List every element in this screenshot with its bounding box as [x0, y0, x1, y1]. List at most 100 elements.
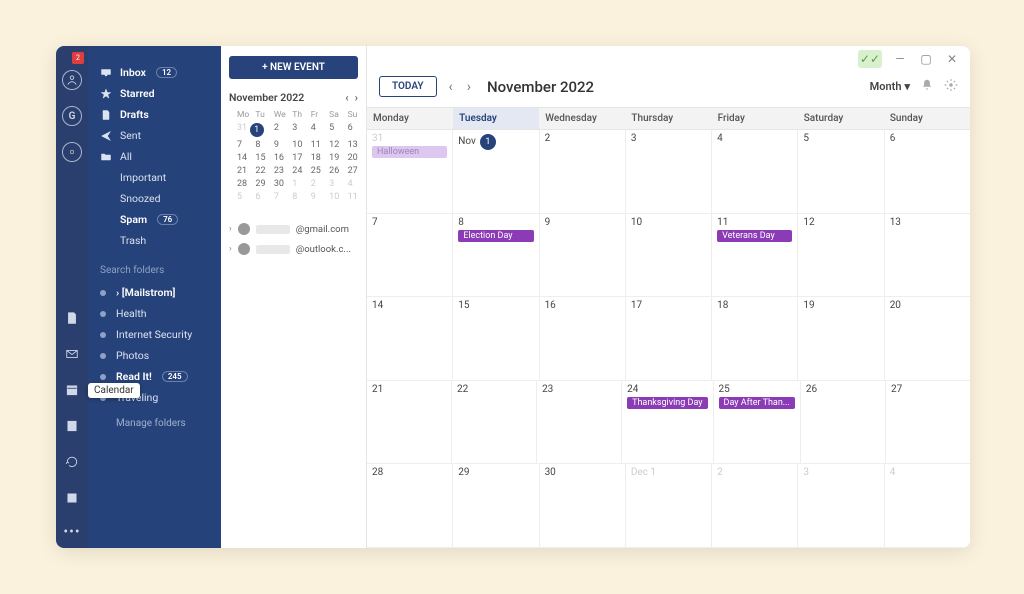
gear-icon[interactable] [944, 78, 958, 95]
sidebar-item-spam[interactable]: Spam76 [88, 209, 221, 230]
mini-day-cell[interactable]: 3 [329, 179, 331, 189]
mini-day-cell[interactable]: 21 [237, 166, 239, 176]
day-cell[interactable]: 10 [626, 214, 712, 297]
mini-day-cell[interactable]: 10 [292, 140, 294, 150]
new-event-button[interactable]: + NEW EVENT [229, 56, 358, 79]
day-cell[interactable]: 29 [453, 464, 539, 547]
mini-cal-prev[interactable]: ‹ [345, 91, 348, 104]
day-cell[interactable]: 17 [626, 297, 712, 380]
bell-icon[interactable] [920, 78, 934, 95]
day-cell[interactable]: 23 [537, 381, 622, 464]
sidebar-item-snoozed[interactable]: Snoozed [88, 188, 221, 209]
mini-day-cell[interactable]: 15 [255, 153, 257, 163]
day-cell[interactable]: 8Election Day [453, 214, 539, 297]
manage-folders-link[interactable]: Manage folders [88, 408, 221, 433]
calendar-event[interactable]: Election Day [458, 230, 533, 242]
mini-day-cell[interactable]: 9 [274, 140, 276, 150]
day-cell[interactable]: 16 [540, 297, 626, 380]
account-row[interactable]: ›@outlook.c... [229, 243, 358, 255]
mini-day-cell[interactable]: 7 [237, 140, 239, 150]
day-cell[interactable]: 2 [540, 130, 626, 213]
mini-day-cell[interactable]: 6 [348, 123, 350, 137]
close-button[interactable]: ✕ [944, 51, 960, 67]
day-cell[interactable]: 28 [367, 464, 453, 547]
contacts-icon[interactable] [62, 416, 82, 436]
mini-day-cell[interactable]: 5 [329, 123, 331, 137]
mini-day-cell[interactable]: 16 [274, 153, 276, 163]
mini-day-cell[interactable]: 23 [274, 166, 276, 176]
mini-day-cell[interactable]: 30 [274, 179, 276, 189]
day-cell[interactable]: 2 [712, 464, 798, 547]
mini-day-cell[interactable]: 28 [237, 179, 239, 189]
check-icon[interactable]: ✓✓ [858, 50, 882, 68]
day-cell[interactable]: Nov1 [453, 130, 539, 213]
calendar-event[interactable]: Thanksgiving Day [627, 397, 707, 409]
g-icon[interactable]: G [62, 106, 82, 126]
folder-item[interactable]: Health [88, 303, 221, 324]
account-row[interactable]: ›@gmail.com [229, 223, 358, 235]
day-cell[interactable]: Dec 1 [626, 464, 712, 547]
day-cell[interactable]: 13 [885, 214, 970, 297]
mini-day-cell[interactable]: 14 [237, 153, 239, 163]
note-icon[interactable] [62, 488, 82, 508]
day-cell[interactable]: 15 [453, 297, 539, 380]
more-icon[interactable]: ••• [63, 524, 80, 540]
maximize-button[interactable]: ▢ [918, 51, 934, 67]
target-icon[interactable] [62, 142, 82, 162]
sidebar-item-inbox[interactable]: Inbox12 [88, 62, 221, 83]
day-cell[interactable]: 30 [540, 464, 626, 547]
day-cell[interactable]: 25Day After Than... [714, 381, 801, 464]
day-cell[interactable]: 26 [801, 381, 886, 464]
mini-day-cell[interactable]: 8 [255, 140, 257, 150]
sidebar-item-drafts[interactable]: Drafts [88, 104, 221, 125]
sidebar-item-trash[interactable]: Trash [88, 230, 221, 251]
day-cell[interactable]: 4 [712, 130, 798, 213]
sidebar-item-important[interactable]: Important [88, 167, 221, 188]
account-icon[interactable] [62, 70, 82, 90]
mini-cal-next[interactable]: › [355, 91, 358, 104]
mini-day-cell[interactable]: 4 [311, 123, 313, 137]
calendar-event[interactable]: Veterans Day [717, 230, 792, 242]
mini-day-cell[interactable]: 29 [255, 179, 257, 189]
mini-day-cell[interactable]: 8 [292, 192, 294, 202]
view-dropdown[interactable]: Month ▾ [870, 80, 910, 93]
mini-day-cell[interactable]: 6 [255, 192, 257, 202]
day-cell[interactable]: 27 [886, 381, 970, 464]
sidebar-item-starred[interactable]: Starred [88, 83, 221, 104]
day-cell[interactable]: 12 [798, 214, 884, 297]
mini-day-cell[interactable]: 22 [255, 166, 257, 176]
day-cell[interactable]: 6 [885, 130, 970, 213]
day-cell[interactable]: 9 [540, 214, 626, 297]
day-cell[interactable]: 11Veterans Day [712, 214, 798, 297]
mini-day-cell[interactable]: 2 [311, 179, 313, 189]
mini-day-cell[interactable]: 18 [311, 153, 313, 163]
mini-day-cell[interactable]: 10 [329, 192, 331, 202]
today-button[interactable]: TODAY [379, 76, 437, 97]
day-cell[interactable]: 5 [798, 130, 884, 213]
mini-day-cell[interactable]: 11 [348, 192, 350, 202]
mini-day-cell[interactable]: 2 [274, 123, 276, 137]
mini-day-cell[interactable]: 11 [311, 140, 313, 150]
mini-day-cell[interactable]: 31 [237, 123, 239, 137]
day-cell[interactable]: 20 [885, 297, 970, 380]
day-cell[interactable]: 3 [798, 464, 884, 547]
mini-day-cell[interactable]: 3 [292, 123, 294, 137]
day-cell[interactable]: 3 [626, 130, 712, 213]
mini-day-cell[interactable]: 26 [329, 166, 331, 176]
calendar-event[interactable]: Halloween [372, 146, 447, 158]
mini-day-cell[interactable]: 20 [348, 153, 350, 163]
day-cell[interactable]: 4 [885, 464, 970, 547]
calendar-event[interactable]: Day After Than... [719, 397, 795, 409]
mini-day-cell[interactable]: 27 [348, 166, 350, 176]
day-cell[interactable]: 18 [712, 297, 798, 380]
mini-day-cell[interactable]: 5 [237, 192, 239, 202]
minimize-button[interactable]: — [892, 51, 908, 67]
folder-item[interactable]: Photos [88, 345, 221, 366]
folder-item[interactable]: › [Mailstrom] [88, 282, 221, 303]
day-cell[interactable]: 7 [367, 214, 453, 297]
mini-day-cell[interactable]: 7 [274, 192, 276, 202]
prev-month-button[interactable]: ‹ [447, 79, 455, 95]
mini-day-cell[interactable]: 1 [292, 179, 294, 189]
sidebar-item-sent[interactable]: Sent [88, 125, 221, 146]
refresh-icon[interactable] [62, 452, 82, 472]
